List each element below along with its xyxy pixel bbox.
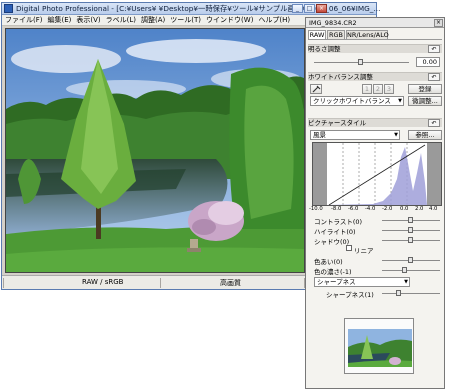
axis-tick: 2.0 xyxy=(415,206,424,212)
shadow-label: シャドウ(0) xyxy=(314,238,350,246)
linear-checkbox[interactable] xyxy=(346,245,352,251)
menu-tools[interactable]: ツール(T) xyxy=(170,15,201,25)
tab-divider xyxy=(308,39,442,40)
brightness-value-field[interactable]: 0.00 xyxy=(416,57,440,67)
axis-tick: -2.0 xyxy=(382,206,393,212)
picture-style-reset-button[interactable]: ↶ xyxy=(428,119,440,127)
menu-label[interactable]: ラベル(L) xyxy=(106,15,136,25)
status-color-mode: RAW / sRGB xyxy=(82,278,124,286)
status-quality: 高画質 xyxy=(220,279,241,287)
picture-style-select[interactable]: 風景 ▼ xyxy=(310,130,400,140)
brightness-slider-thumb[interactable] xyxy=(358,59,363,65)
highlight-label: ハイライト(0) xyxy=(314,228,356,236)
saturation-slider[interactable] xyxy=(382,270,440,271)
wb-mode-select[interactable]: クリックホワイトバランス ▼ xyxy=(310,96,404,106)
brightness-title: 明るさ調整 xyxy=(308,45,341,53)
wb-preset-3-button[interactable]: 3 xyxy=(384,84,394,94)
histogram-axis: -10.0 -8.0 -6.0 -4.0 -2.0 0.0 2.0 4.0 xyxy=(309,206,443,214)
sharpness-mode-select[interactable]: シャープネス ▼ xyxy=(314,277,410,287)
eyedropper-button[interactable] xyxy=(310,84,322,94)
status-divider xyxy=(160,278,161,288)
saturation-slider-thumb[interactable] xyxy=(402,267,408,273)
hue-label: 色あい(0) xyxy=(314,258,343,266)
tool-palette: IMG_9834.CR2 × RAW RGB NR/Lens/ALO 明るさ調整… xyxy=(305,17,445,389)
status-divider xyxy=(3,278,4,288)
highlight-slider-thumb[interactable] xyxy=(408,227,413,233)
histogram-graphic xyxy=(313,143,441,206)
sharpness-slider[interactable] xyxy=(382,293,440,294)
white-balance-header: ホワイトバランス調整 xyxy=(308,72,442,81)
chevron-down-icon: ▼ xyxy=(398,98,402,104)
sharpness-slider-thumb[interactable] xyxy=(396,290,402,296)
chevron-down-icon: ▼ xyxy=(394,132,398,138)
menu-window[interactable]: ウインドウ(W) xyxy=(206,15,253,25)
brightness-header: 明るさ調整 xyxy=(308,44,442,53)
white-balance-title: ホワイトバランス調整 xyxy=(308,73,373,81)
axis-tick: 4.0 xyxy=(429,206,438,212)
menu-edit[interactable]: 編集(E) xyxy=(48,15,72,25)
thumbnail-photo xyxy=(345,319,413,373)
wb-fine-tune-button[interactable]: 微調整... xyxy=(408,96,442,106)
window-controls: _ □ × xyxy=(292,4,448,13)
eyedropper-icon xyxy=(312,85,321,93)
picture-style-browse-button[interactable]: 参照... xyxy=(408,130,442,140)
axis-tick: -4.0 xyxy=(365,206,376,212)
white-balance-reset-button[interactable]: ↶ xyxy=(428,73,440,81)
axis-tick: -6.0 xyxy=(348,206,359,212)
hue-slider-thumb[interactable] xyxy=(408,257,413,263)
picture-style-value: 風景 xyxy=(313,131,326,139)
sharpness-label: シャープネス(1) xyxy=(326,291,374,299)
menu-adjust[interactable]: 調整(A) xyxy=(141,15,165,25)
palette-close-button[interactable]: × xyxy=(434,19,443,27)
wb-preset-2-button[interactable]: 2 xyxy=(373,84,383,94)
tab-nr-lens-alo[interactable]: NR/Lens/ALO xyxy=(346,30,389,39)
axis-tick: -10.0 xyxy=(309,206,323,212)
axis-tick: -8.0 xyxy=(331,206,342,212)
sharpness-mode-value: シャープネス xyxy=(317,278,356,286)
wb-register-button[interactable]: 登録 xyxy=(408,84,442,94)
close-button[interactable]: × xyxy=(316,4,327,13)
picture-style-title: ピクチャースタイル xyxy=(308,119,367,127)
tab-raw[interactable]: RAW xyxy=(308,30,326,39)
axis-tick: 0.0 xyxy=(400,206,409,212)
landscape-photo xyxy=(6,29,304,272)
app-icon xyxy=(4,4,13,13)
shadow-slider-thumb[interactable] xyxy=(408,237,413,243)
wb-preset-1-button[interactable]: 1 xyxy=(362,84,372,94)
navigator-thumbnail[interactable] xyxy=(344,318,414,374)
tab-rgb[interactable]: RGB xyxy=(327,30,345,39)
palette-filename: IMG_9834.CR2 xyxy=(309,19,357,27)
contrast-label: コントラスト(0) xyxy=(314,218,363,226)
menu-help[interactable]: ヘルプ(H) xyxy=(258,15,290,25)
tone-histogram[interactable] xyxy=(312,142,442,206)
saturation-label: 色の濃さ(-1) xyxy=(314,268,352,276)
menu-view[interactable]: 表示(V) xyxy=(76,15,100,25)
wb-mode-value: クリックホワイトバランス xyxy=(313,97,391,105)
minimize-button[interactable]: _ xyxy=(292,4,303,13)
palette-title-bar[interactable]: IMG_9834.CR2 × xyxy=(306,18,444,28)
maximize-button[interactable]: □ xyxy=(304,4,315,13)
brightness-reset-button[interactable]: ↶ xyxy=(428,45,440,53)
chevron-down-icon: ▼ xyxy=(404,279,408,285)
image-preview[interactable] xyxy=(5,28,305,273)
picture-style-header: ピクチャースタイル xyxy=(308,118,442,127)
contrast-slider-thumb[interactable] xyxy=(408,217,413,223)
menu-file[interactable]: ファイル(F) xyxy=(5,15,43,25)
linear-label: リニア xyxy=(354,247,374,255)
